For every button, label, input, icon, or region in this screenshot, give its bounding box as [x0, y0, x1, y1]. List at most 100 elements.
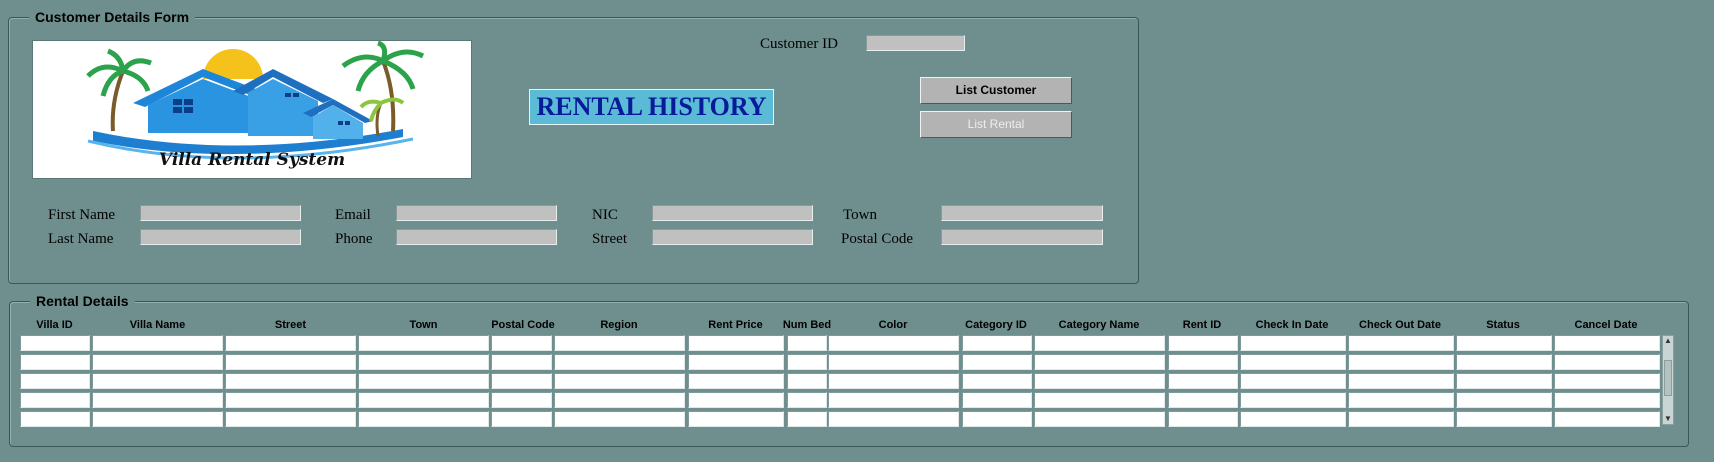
- table-cell[interactable]: [1456, 354, 1552, 370]
- street-field[interactable]: [652, 229, 813, 245]
- table-cell[interactable]: [688, 335, 784, 351]
- table-cell[interactable]: [358, 335, 489, 351]
- last-name-field[interactable]: [140, 229, 301, 245]
- table-cell[interactable]: [358, 354, 489, 370]
- table-cell[interactable]: [962, 392, 1032, 408]
- table-cell[interactable]: [1348, 411, 1454, 427]
- column-header: Villa ID: [36, 319, 73, 331]
- table-cell[interactable]: [1034, 411, 1165, 427]
- table-cell[interactable]: [1456, 392, 1552, 408]
- table-cell[interactable]: [828, 354, 959, 370]
- table-cell[interactable]: [554, 373, 685, 389]
- table-cell[interactable]: [225, 392, 356, 408]
- table-cell[interactable]: [1034, 335, 1165, 351]
- table-cell[interactable]: [1034, 392, 1165, 408]
- table-cell[interactable]: [491, 373, 552, 389]
- table-cell[interactable]: [491, 411, 552, 427]
- table-cell[interactable]: [20, 373, 90, 389]
- table-cell[interactable]: [1168, 411, 1238, 427]
- postal-code-field[interactable]: [941, 229, 1103, 245]
- table-cell[interactable]: [92, 335, 223, 351]
- table-cell[interactable]: [962, 354, 1032, 370]
- table-cell[interactable]: [1168, 373, 1238, 389]
- scroll-up-icon[interactable]: ▲: [1663, 336, 1673, 346]
- table-cell[interactable]: [787, 373, 827, 389]
- table-cell[interactable]: [92, 392, 223, 408]
- table-cell[interactable]: [225, 373, 356, 389]
- table-cell[interactable]: [358, 373, 489, 389]
- table-cell[interactable]: [20, 392, 90, 408]
- table-cell[interactable]: [828, 392, 959, 408]
- table-cell[interactable]: [962, 373, 1032, 389]
- table-cell[interactable]: [491, 392, 552, 408]
- scroll-thumb[interactable]: [1664, 360, 1672, 396]
- table-cell[interactable]: [225, 335, 356, 351]
- table-cell[interactable]: [1554, 354, 1660, 370]
- nic-field[interactable]: [652, 205, 813, 221]
- table-cell[interactable]: [1554, 373, 1660, 389]
- first-name-field[interactable]: [140, 205, 301, 221]
- email-field[interactable]: [396, 205, 557, 221]
- table-cell[interactable]: [491, 335, 552, 351]
- table-cell[interactable]: [1240, 335, 1346, 351]
- table-cell[interactable]: [1240, 354, 1346, 370]
- table-cell[interactable]: [688, 411, 784, 427]
- table-cell[interactable]: [1456, 335, 1552, 351]
- table-scrollbar[interactable]: ▲ ▼: [1662, 335, 1674, 425]
- last-name-label: Last Name: [48, 231, 114, 247]
- list-customer-button[interactable]: List Customer: [920, 77, 1072, 104]
- table-cell[interactable]: [688, 373, 784, 389]
- table-cell[interactable]: [1554, 392, 1660, 408]
- table-cell[interactable]: [358, 392, 489, 408]
- table-cell[interactable]: [1348, 392, 1454, 408]
- table-cell[interactable]: [1168, 335, 1238, 351]
- table-cell[interactable]: [787, 392, 827, 408]
- column-header: Villa Name: [129, 319, 186, 331]
- table-cell[interactable]: [1348, 373, 1454, 389]
- table-cell[interactable]: [1168, 354, 1238, 370]
- table-cell[interactable]: [1240, 411, 1346, 427]
- table-cell[interactable]: [1348, 354, 1454, 370]
- table-cell[interactable]: [787, 335, 827, 351]
- table-cell[interactable]: [828, 335, 959, 351]
- table-cell[interactable]: [1168, 392, 1238, 408]
- table-cell[interactable]: [688, 354, 784, 370]
- table-cell[interactable]: [92, 373, 223, 389]
- table-cell[interactable]: [828, 411, 959, 427]
- table-cell[interactable]: [358, 411, 489, 427]
- table-cell[interactable]: [962, 335, 1032, 351]
- table-cell[interactable]: [20, 411, 90, 427]
- column-header: Color: [878, 319, 908, 331]
- table-cell[interactable]: [92, 411, 223, 427]
- table-cell[interactable]: [92, 354, 223, 370]
- table-cell[interactable]: [688, 392, 784, 408]
- table-cell[interactable]: [1456, 411, 1552, 427]
- customer-id-field[interactable]: [866, 35, 965, 51]
- table-cell[interactable]: [554, 354, 685, 370]
- list-rental-button[interactable]: List Rental: [920, 111, 1072, 138]
- table-cell[interactable]: [491, 354, 552, 370]
- table-cell[interactable]: [962, 411, 1032, 427]
- table-cell[interactable]: [225, 354, 356, 370]
- town-field[interactable]: [941, 205, 1103, 221]
- table-cell[interactable]: [1456, 373, 1552, 389]
- table-cell[interactable]: [554, 411, 685, 427]
- table-cell[interactable]: [225, 411, 356, 427]
- table-cell[interactable]: [828, 373, 959, 389]
- phone-field[interactable]: [396, 229, 557, 245]
- table-cell[interactable]: [1240, 373, 1346, 389]
- table-cell[interactable]: [787, 354, 827, 370]
- street-label: Street: [592, 231, 627, 247]
- table-cell[interactable]: [787, 411, 827, 427]
- scroll-down-icon[interactable]: ▼: [1663, 414, 1673, 424]
- table-cell[interactable]: [20, 335, 90, 351]
- table-cell[interactable]: [1348, 335, 1454, 351]
- table-cell[interactable]: [1034, 373, 1165, 389]
- table-cell[interactable]: [554, 392, 685, 408]
- table-cell[interactable]: [554, 335, 685, 351]
- table-cell[interactable]: [20, 354, 90, 370]
- table-cell[interactable]: [1240, 392, 1346, 408]
- table-cell[interactable]: [1034, 354, 1165, 370]
- table-cell[interactable]: [1554, 411, 1660, 427]
- table-cell[interactable]: [1554, 335, 1660, 351]
